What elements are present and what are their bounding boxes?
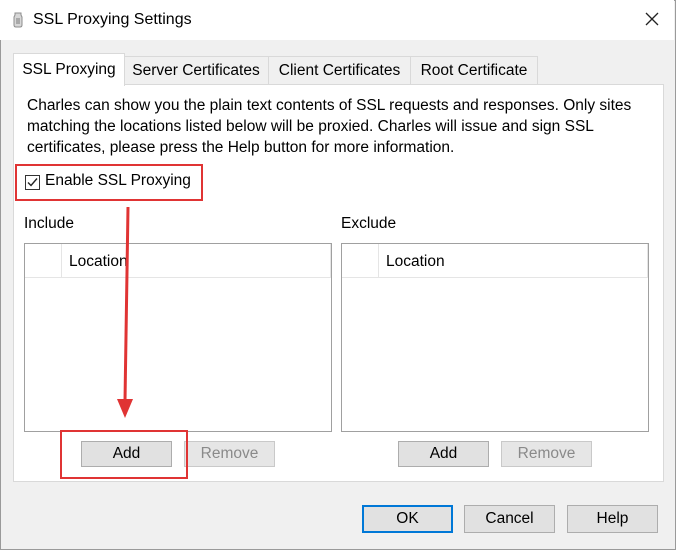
tab-label: SSL Proxying (22, 61, 116, 78)
tab-root-certificate[interactable]: Root Certificate (410, 56, 538, 84)
annotation-arrow-icon (117, 206, 133, 418)
button-label: Add (429, 445, 458, 462)
tab-label: Root Certificate (420, 61, 528, 79)
column-divider (647, 244, 648, 277)
exclude-remove-button[interactable]: Remove (501, 441, 592, 467)
window-title: SSL Proxying Settings (33, 11, 192, 28)
close-button[interactable] (632, 4, 672, 37)
include-remove-button[interactable]: Remove (184, 441, 275, 467)
include-label: Include (24, 215, 74, 232)
annotation-highlight-add (60, 430, 188, 479)
exclude-add-button[interactable]: Add (398, 441, 489, 467)
column-divider (61, 244, 62, 277)
ssl-description: Charles can show you the plain text cont… (27, 97, 632, 156)
annotation-highlight-checkbox (15, 164, 203, 201)
charles-jug-icon (12, 12, 24, 28)
help-button[interactable]: Help (567, 505, 658, 533)
button-label: Remove (200, 445, 259, 462)
location-column-header[interactable]: Location (386, 253, 445, 271)
column-divider (330, 244, 331, 277)
button-label: Cancel (485, 510, 534, 527)
include-location-list[interactable]: Location (24, 243, 332, 432)
exclude-location-list[interactable]: Location (341, 243, 649, 432)
tab-client-certificates[interactable]: Client Certificates (268, 56, 411, 84)
column-divider (378, 244, 379, 277)
button-label: Remove (517, 445, 576, 462)
tab-ssl-proxying[interactable]: SSL Proxying (13, 53, 125, 86)
tab-label: Server Certificates (132, 61, 260, 79)
tab-server-certificates[interactable]: Server Certificates (123, 56, 269, 84)
button-label: OK (396, 510, 419, 527)
title-bar: SSL Proxying Settings (0, 0, 674, 40)
button-label: Help (596, 510, 629, 527)
exclude-list-header: Location (342, 244, 648, 278)
cancel-button[interactable]: Cancel (464, 505, 555, 533)
exclude-label: Exclude (341, 215, 397, 232)
tab-label: Client Certificates (278, 61, 401, 79)
close-icon (645, 12, 659, 30)
include-list-header: Location (25, 244, 331, 278)
ok-button[interactable]: OK (362, 505, 453, 533)
